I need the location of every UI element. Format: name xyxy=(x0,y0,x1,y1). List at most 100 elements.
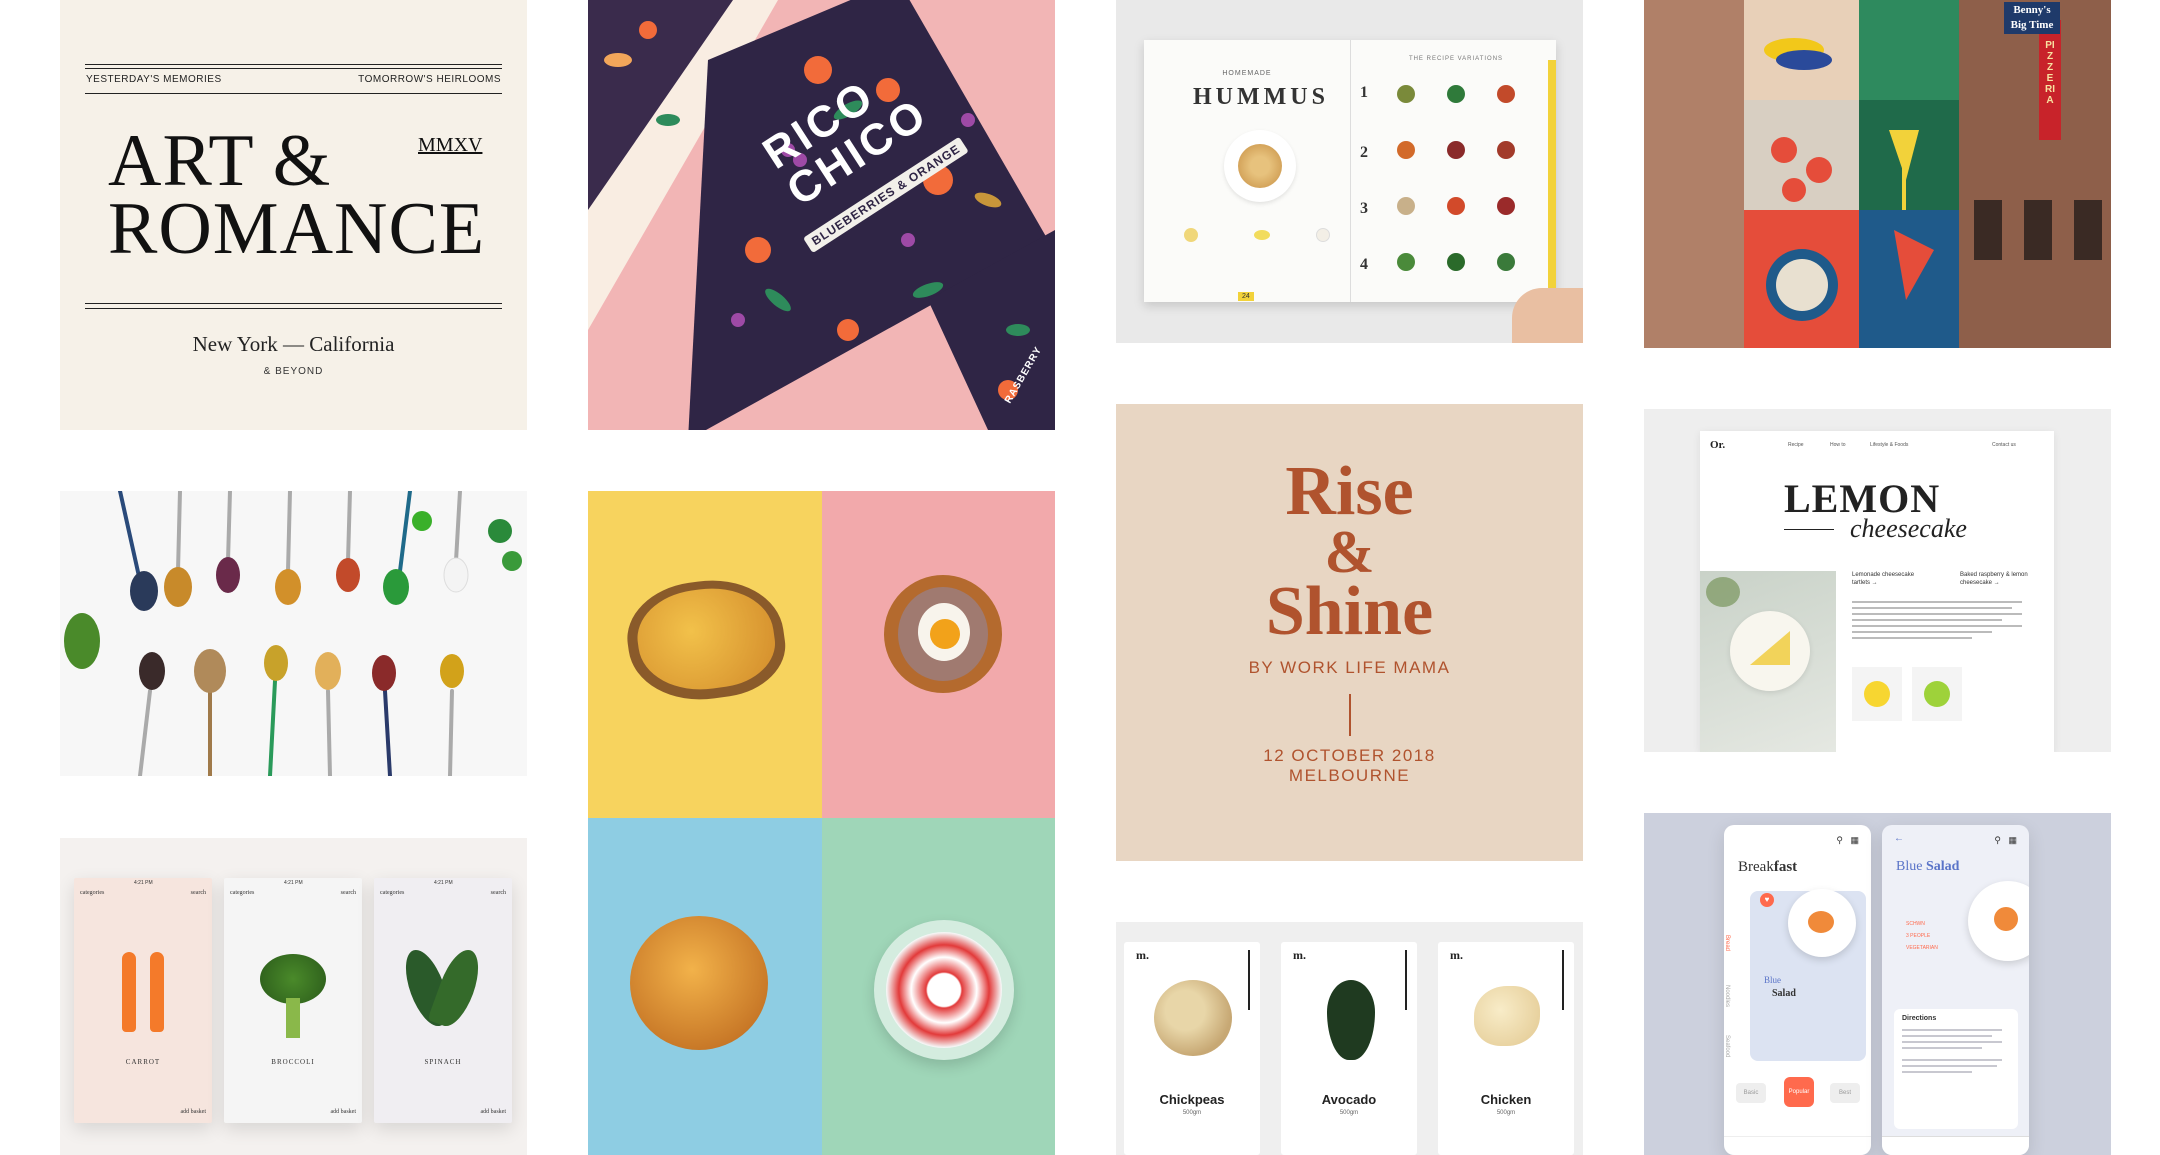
bottom-nav xyxy=(1882,1136,2029,1155)
spinach-screen[interactable]: 4:21 PM categories search SPINACH add ba… xyxy=(374,878,512,1123)
grid-icon[interactable]: ▦ xyxy=(1850,835,1859,846)
ingredient-lemon xyxy=(1254,230,1270,240)
ingredient-garlic xyxy=(1316,228,1330,242)
title-line-1: ART & xyxy=(108,120,332,202)
dish-name-light: Blue xyxy=(1764,975,1781,985)
status-time: 4:21 PM xyxy=(284,880,303,886)
spoons-artwork xyxy=(60,491,527,776)
card-logo: m. xyxy=(1136,948,1149,962)
chicken-card[interactable]: m. Chicken 500gm xyxy=(1438,942,1574,1155)
chickpeas-title: Chickpeas xyxy=(1159,1092,1225,1107)
tab-noodles[interactable]: Noodles xyxy=(1724,985,1730,1007)
breakfast-title-bold: fast xyxy=(1773,859,1798,875)
food-yellow-panel xyxy=(588,491,822,818)
chickpea-bowl xyxy=(1224,130,1296,202)
directions-title: Directions xyxy=(1902,1015,1937,1022)
sign-line-2: Big Time xyxy=(2004,17,2060,34)
favorite-heart-icon[interactable]: ♥ xyxy=(1760,893,1774,907)
right-header: TOMORROW'S HEIRLOOMS xyxy=(358,74,501,85)
lemon-cheesecake-tile[interactable]: Or. Recipe How to Lifestyle & Foods Cont… xyxy=(1644,409,2111,752)
nav-contact[interactable]: Contact us xyxy=(1992,442,2016,448)
chicken-weight: 500gm xyxy=(1496,1110,1516,1116)
bottom-nav xyxy=(1724,1136,1871,1155)
search-label[interactable]: search xyxy=(491,890,506,896)
veg-app-tile[interactable]: 4:21 PM categories search CARROT add bas… xyxy=(60,838,527,1155)
art-romance-tile[interactable]: YESTERDAY'S MEMORIES TOMORROW'S HEIRLOOM… xyxy=(60,0,527,430)
recipe-section: THE RECIPE VARIATIONS xyxy=(1408,56,1504,62)
rico-chico-tile[interactable]: RICO CHICO BLUEBERRIES & ORANGE RASBERRY xyxy=(588,0,1055,430)
filter-best-button[interactable]: Best xyxy=(1830,1083,1860,1103)
step-1: 1 xyxy=(1360,84,1368,101)
avocado-weight: 500gm xyxy=(1339,1110,1359,1116)
blue-salad-screen[interactable]: ← ⚲ ▦ Blue Salad SCHWN 3 PEOPLE VEGETARI… xyxy=(1882,825,2029,1155)
year-label: MMXV xyxy=(418,134,483,156)
broccoli-image xyxy=(260,954,326,1004)
shine-title: Shine xyxy=(1265,573,1434,650)
spinach-add-basket[interactable]: add basket xyxy=(481,1109,507,1115)
dish-plate xyxy=(1788,889,1856,957)
search-label[interactable]: search xyxy=(341,890,356,896)
chicken-image xyxy=(1474,986,1540,1046)
breakfast-app-tile[interactable]: ⚲ ▦ Breakfast Bread Noodles Seafood ♥ Bl… xyxy=(1644,813,2111,1155)
back-arrow-icon[interactable]: ← xyxy=(1894,833,1904,844)
rise-shine-tile[interactable]: Rise & Shine BY WORK LIFE MAMA 12 OCTOBE… xyxy=(1116,404,1583,861)
rise-divider xyxy=(1349,694,1351,736)
search-icon[interactable]: ⚲ xyxy=(1994,835,2001,846)
detail-title-bold: Salad xyxy=(1925,859,1960,874)
detail-list-2: 3 PEOPLE xyxy=(1906,933,1931,939)
ingredient-cards-tile[interactable]: m. Chickpeas 500gm m. Avocado 500gm m. C… xyxy=(1116,922,1583,1155)
grid-icon[interactable]: ▦ xyxy=(2008,835,2017,846)
tab-bread[interactable]: Bread xyxy=(1724,935,1730,951)
detail-title-light: Blue xyxy=(1896,859,1923,874)
nav-how-to[interactable]: How to xyxy=(1830,442,1846,448)
avocado-card[interactable]: m. Avocado 500gm xyxy=(1281,942,1417,1155)
directions-panel: Directions xyxy=(1894,1009,2018,1129)
detail-plate xyxy=(1968,881,2029,961)
categories-label[interactable]: categories xyxy=(380,890,404,896)
book-edge xyxy=(1548,60,1556,300)
card-side-rule xyxy=(1405,950,1407,1010)
carrot-image-left xyxy=(122,952,136,1032)
carrot-add-basket[interactable]: add basket xyxy=(181,1109,207,1115)
rise-place: MELBOURNE xyxy=(1288,766,1411,785)
carrot-label: CARROT xyxy=(125,1058,161,1066)
card-logo: m. xyxy=(1293,948,1306,962)
lemon-body-text xyxy=(1852,601,2022,639)
broccoli-add-basket[interactable]: add basket xyxy=(331,1109,357,1115)
filter-basic-button[interactable]: Basic xyxy=(1736,1083,1766,1103)
spoons-tile[interactable] xyxy=(60,491,527,776)
broccoli-screen[interactable]: 4:21 PM categories search BROCCOLI add b… xyxy=(224,878,362,1123)
mural-tile[interactable]: Benny's Big Time PIZZERIA xyxy=(1644,0,2111,348)
food-grid-tile[interactable] xyxy=(588,491,1055,1155)
footer-label: & BEYOND xyxy=(263,366,324,377)
chickpeas-card[interactable]: m. Chickpeas 500gm xyxy=(1124,942,1260,1155)
lemon-link-1[interactable]: Lemonade cheesecake tartlets → xyxy=(1852,571,1922,587)
filter-popular-button[interactable]: Popular xyxy=(1784,1077,1814,1107)
hummus-book-tile[interactable]: HOMEMADE HUMMUS THE RECIPE VARIATIONS 1 … xyxy=(1116,0,1583,343)
breakfast-screen[interactable]: ⚲ ▦ Breakfast Bread Noodles Seafood ♥ Bl… xyxy=(1724,825,1871,1155)
subtitle: New York — California xyxy=(192,332,395,356)
title-line-2: ROMANCE xyxy=(108,188,486,270)
detail-list-3: VEGETARIAN xyxy=(1906,945,1938,951)
nav-lifestyle[interactable]: Lifestyle & Foods xyxy=(1870,442,1908,448)
nav-recipe[interactable]: Recipe xyxy=(1788,442,1804,448)
lemon-photo xyxy=(1700,571,1836,752)
directions-text xyxy=(1902,1029,2002,1073)
categories-label[interactable]: categories xyxy=(230,890,254,896)
search-icon[interactable]: ⚲ xyxy=(1836,835,1843,846)
lemon-thumb-1 xyxy=(1852,667,1902,721)
detail-list-1: SCHWN xyxy=(1906,921,1925,927)
spinach-label: SPINACH xyxy=(424,1058,462,1066)
rise-date: 12 OCTOBER 2018 xyxy=(1263,746,1436,765)
carrot-screen[interactable]: 4:21 PM categories search CARROT add bas… xyxy=(74,878,212,1123)
lemon-link-2[interactable]: Baked raspberry & lemon cheesecake → xyxy=(1960,571,2040,587)
breakfast-title: Breakfast xyxy=(1738,859,1797,876)
book-spine xyxy=(1350,40,1351,302)
rise-byline: BY WORK LIFE MAMA xyxy=(1248,658,1451,677)
step-2: 2 xyxy=(1360,144,1368,161)
tab-seafood[interactable]: Seafood xyxy=(1724,1035,1730,1057)
lemon-logo[interactable]: Or. xyxy=(1710,439,1725,451)
search-label[interactable]: search xyxy=(191,890,206,896)
hand-holding-page xyxy=(1512,288,1583,343)
categories-label[interactable]: categories xyxy=(80,890,104,896)
